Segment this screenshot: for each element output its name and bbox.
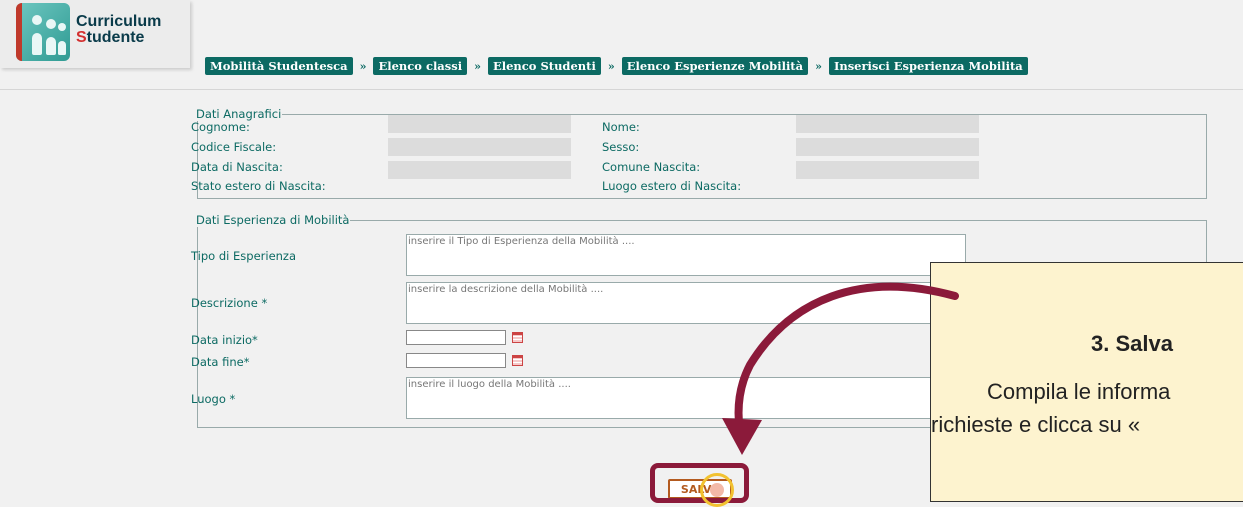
sesso-value: [796, 138, 979, 156]
nome-value: [796, 115, 979, 133]
breadcrumb-elenco-classi[interactable]: Elenco classi: [373, 57, 468, 75]
data-inizio-input[interactable]: [406, 330, 506, 345]
tipo-esperienza-textarea[interactable]: inserire il Tipo di Esperienza della Mob…: [406, 234, 966, 276]
breadcrumb-elenco-studenti[interactable]: Elenco Studenti: [487, 57, 601, 75]
luogo-label: Luogo *: [191, 392, 236, 406]
descrizione-label: Descrizione *: [191, 296, 268, 310]
app-title-line1: Curriculum: [76, 13, 162, 30]
tipo-esperienza-label: Tipo di Esperienza: [191, 249, 297, 263]
luogo-textarea[interactable]: inserire il luogo della Mobilità ....: [406, 377, 966, 419]
callout-text-line1: Compila le informa: [987, 379, 1171, 404]
breadcrumb-mobilita-studentesca[interactable]: Mobilità Studentesca: [205, 57, 353, 75]
sesso-label: Sesso:: [602, 140, 640, 154]
breadcrumb-separator: »: [474, 59, 481, 73]
data-fine-input[interactable]: [406, 353, 506, 368]
data-nascita-label: Data di Nascita:: [191, 160, 283, 174]
luogo-estero-label: Luogo estero di Nascita:: [602, 179, 742, 193]
callout-text-line2: richieste e clicca su «: [931, 412, 1141, 437]
breadcrumb-inserisci-esperienza[interactable]: Inserisci Esperienza Mobilita: [828, 57, 1028, 75]
calendar-icon[interactable]: [512, 332, 523, 343]
data-inizio-label: Data inizio*: [191, 333, 258, 347]
mobilita-legend: Dati Esperienza di Mobilità: [196, 213, 350, 227]
nome-label: Nome:: [602, 120, 640, 134]
app-title-line2: Studente: [76, 29, 145, 46]
comune-nascita-label: Comune Nascita:: [602, 160, 701, 174]
comune-nascita-value: [796, 161, 979, 179]
students-logo-icon: [16, 3, 70, 61]
breadcrumb-separator: »: [359, 59, 367, 73]
app-title: Curriculum Studente: [76, 14, 161, 46]
data-fine-label: Data fine*: [191, 355, 250, 369]
callout-title: 3. Salva: [1091, 331, 1173, 356]
descrizione-textarea[interactable]: inserire la descrizione della Mobilità .…: [406, 282, 966, 324]
breadcrumb-separator: »: [607, 59, 615, 73]
breadcrumb-elenco-esperienze[interactable]: Elenco Esperienze Mobilità: [621, 57, 809, 75]
cognome-label: Cognome:: [191, 120, 250, 134]
codice-fiscale-label: Codice Fiscale:: [191, 140, 277, 154]
breadcrumb: Mobilità Studentesca » Elenco classi » E…: [205, 57, 1028, 75]
anagrafica-legend: Dati Anagrafici: [196, 107, 282, 121]
app-logo[interactable]: Curriculum Studente: [0, 0, 190, 68]
tutorial-callout: 3. Salva Compila le informa richieste e …: [930, 262, 1243, 502]
data-nascita-value: [388, 161, 571, 179]
codice-fiscale-value: [388, 138, 571, 156]
breadcrumb-separator: »: [815, 59, 822, 73]
save-highlight-frame: [650, 463, 749, 503]
top-bar: Curriculum Studente Mobilità Studentesca…: [0, 0, 1243, 90]
calendar-icon[interactable]: [512, 355, 523, 366]
cognome-value: [388, 115, 571, 133]
stato-estero-label: Stato estero di Nascita:: [191, 179, 326, 193]
